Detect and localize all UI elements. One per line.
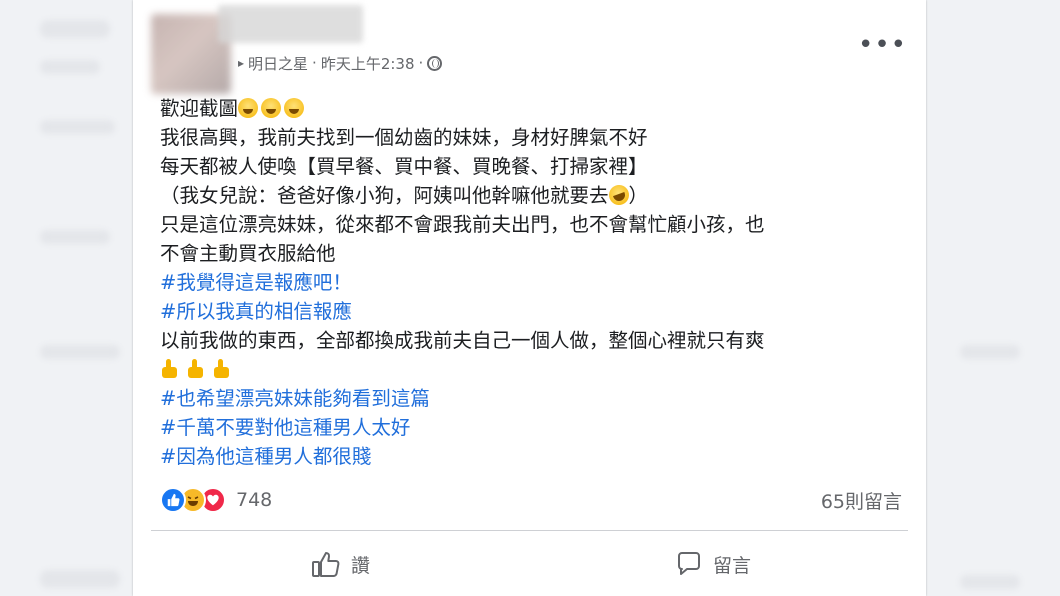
post-line: 歡迎截圖 bbox=[160, 94, 910, 123]
background-blur bbox=[40, 60, 100, 74]
post-line bbox=[160, 355, 910, 384]
meta-separator: · bbox=[312, 54, 317, 72]
hashtag-link[interactable]: #所以我真的相信報應 bbox=[160, 297, 910, 326]
more-options-icon[interactable]: ••• bbox=[858, 32, 906, 58]
reactions-summary[interactable]: 748 bbox=[160, 486, 272, 514]
post-meta: ▸ 明日之星 · 昨天上午2:38 · bbox=[238, 52, 443, 74]
reaction-count[interactable]: 748 bbox=[236, 489, 272, 511]
thumbs-up-icon bbox=[212, 359, 232, 379]
post-line: 不會主動買衣服給他 bbox=[160, 242, 336, 265]
background-blur bbox=[40, 120, 115, 134]
rolling-laughing-face-icon bbox=[605, 182, 632, 208]
grinning-face-icon bbox=[261, 98, 282, 118]
thumbs-up-outline-icon bbox=[311, 550, 341, 578]
comment-count-link[interactable]: 65則留言 bbox=[821, 487, 902, 514]
post-line: 只是這位漂亮妹妹，從來都不會跟我前夫出門，也不會幫忙顧小孩，也 bbox=[160, 213, 765, 236]
like-button-label: 讚 bbox=[351, 554, 371, 577]
background-blur bbox=[960, 345, 1020, 359]
post-line: （我女兒說：爸爸好像小狗，阿姨叫他幹嘛他就要去） bbox=[160, 182, 649, 208]
meta-separator: · bbox=[418, 54, 424, 72]
divider bbox=[151, 530, 908, 531]
post-line: 我很高興，我前夫找到一個幼齒的妹妹，身材好脾氣不好 bbox=[160, 126, 648, 149]
background-blur bbox=[960, 575, 1020, 589]
post-line: 以前我做的東西，全部都換成我前夫自己一個人做，整個心裡就只有爽 bbox=[160, 329, 765, 352]
background-blur bbox=[40, 570, 120, 588]
like-icon bbox=[160, 487, 186, 513]
post-line: 每天都被人使喚【買早餐、買中餐、買晚餐、打掃家裡】 bbox=[160, 155, 648, 178]
hashtag-link[interactable]: #因為他這種男人都很賤 bbox=[160, 442, 910, 471]
background-blur bbox=[40, 20, 110, 38]
hashtag-link[interactable]: #千萬不要對他這種男人太好 bbox=[160, 413, 910, 442]
thumbs-up-icon bbox=[160, 359, 180, 379]
background-blur bbox=[40, 345, 120, 359]
globe-icon bbox=[427, 55, 443, 71]
group-name-link[interactable]: 明日之星 bbox=[248, 53, 308, 74]
comment-button-label: 留言 bbox=[713, 554, 752, 577]
like-button[interactable]: 讚 bbox=[311, 547, 370, 581]
post-card: ▸ 明日之星 · 昨天上午2:38 · ••• 歡迎截圖 我很高興，我前夫找到一… bbox=[133, 0, 926, 596]
author-name-redacted bbox=[218, 5, 363, 43]
grinning-face-icon bbox=[238, 98, 259, 118]
background-blur bbox=[40, 230, 110, 244]
post-timestamp[interactable]: 昨天上午2:38 bbox=[321, 53, 415, 74]
caret-right-icon: ▸ bbox=[238, 56, 245, 70]
hashtag-link[interactable]: #也希望漂亮妹妹能夠看到這篇 bbox=[160, 384, 910, 413]
thumbs-up-icon bbox=[186, 359, 206, 379]
hashtag-link[interactable]: #我覺得這是報應吧！ bbox=[160, 268, 910, 297]
post-body: 歡迎截圖 我很高興，我前夫找到一個幼齒的妹妹，身材好脾氣不好 每天都被人使喚【買… bbox=[160, 94, 910, 471]
comment-button[interactable]: 留言 bbox=[675, 547, 751, 581]
comment-bubble-icon bbox=[675, 550, 703, 578]
grinning-face-icon bbox=[284, 98, 305, 118]
